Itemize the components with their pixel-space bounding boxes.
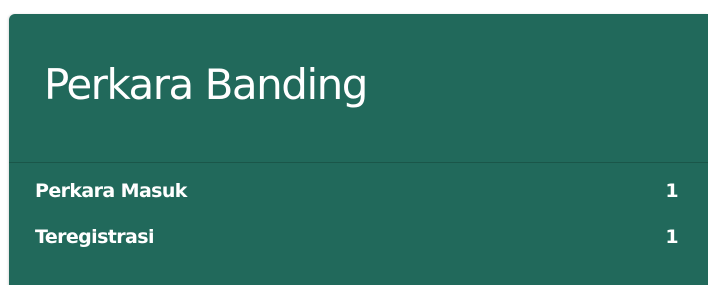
stat-row-teregistrasi[interactable]: Teregistrasi 1 [35, 224, 679, 250]
stat-row-perkara-masuk[interactable]: Perkara Masuk 1 [35, 178, 679, 204]
stat-value: 1 [665, 180, 678, 202]
stat-value: 1 [665, 226, 678, 248]
card-header: Perkara Banding [9, 14, 708, 163]
stat-label: Perkara Masuk [35, 180, 187, 202]
stat-label: Teregistrasi [35, 226, 155, 248]
card-title: Perkara Banding [44, 60, 368, 109]
